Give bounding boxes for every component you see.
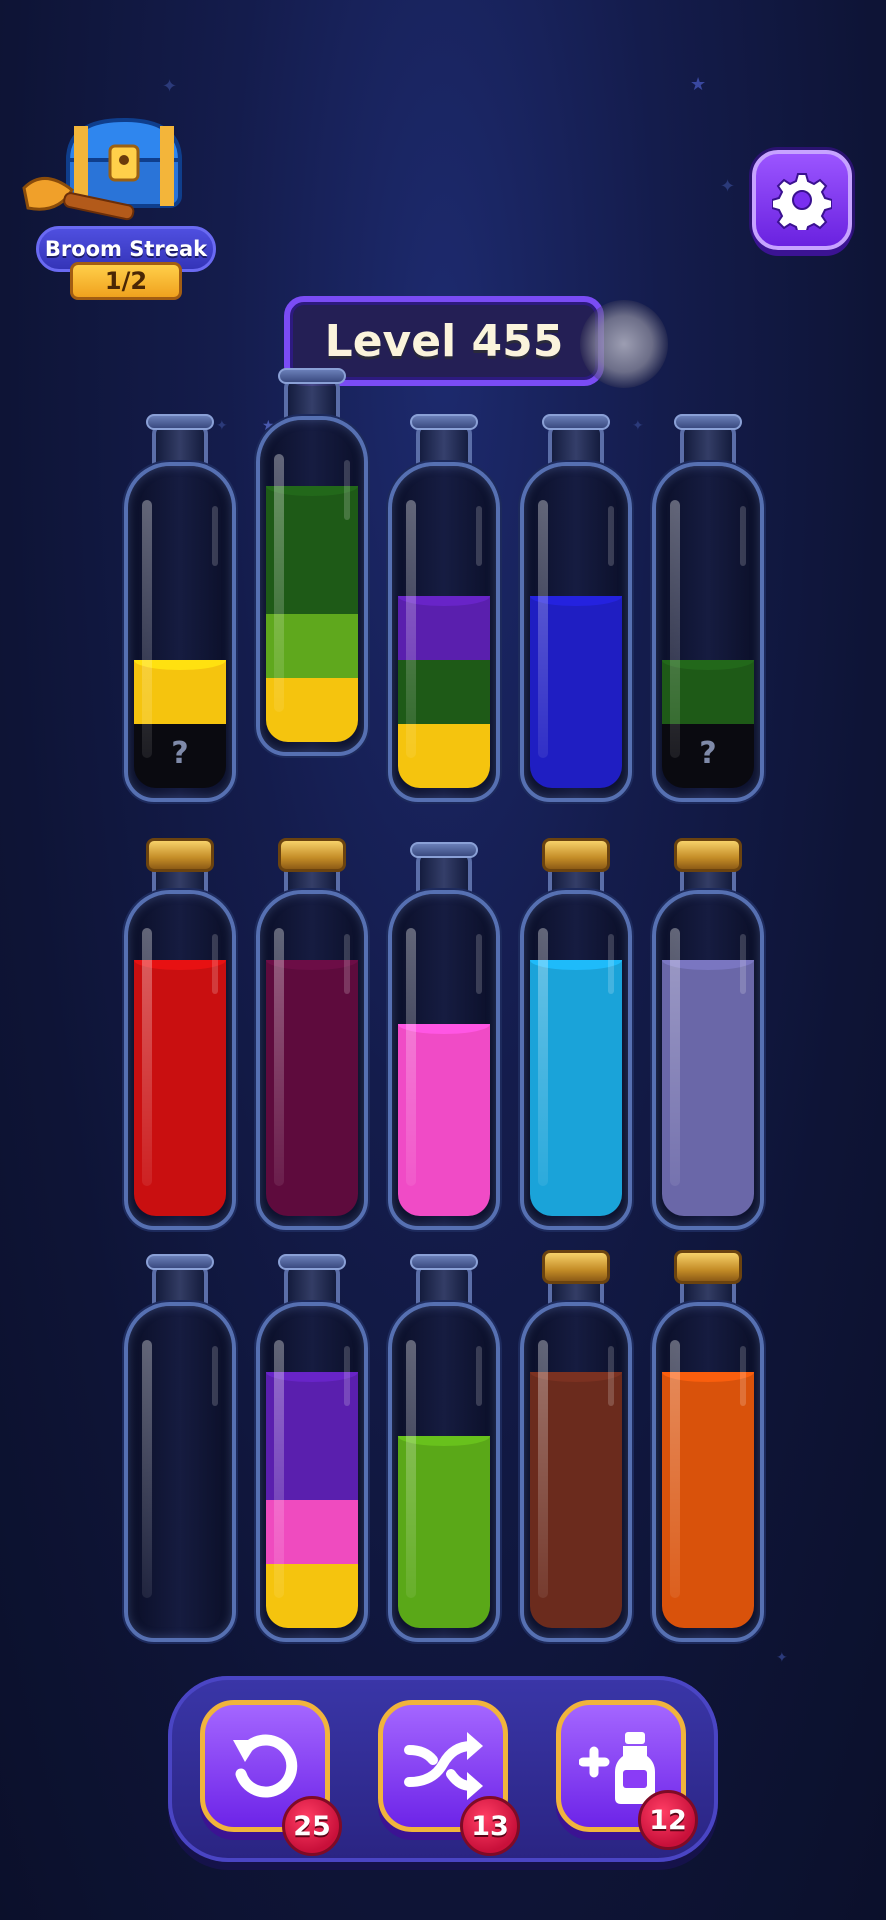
- glass-highlight: [670, 928, 680, 1186]
- glass-highlight: [274, 1340, 284, 1598]
- settings-button[interactable]: [752, 150, 852, 250]
- bottle-lip: [146, 1254, 214, 1270]
- glass-highlight: [740, 934, 746, 994]
- bottle[interactable]: [388, 838, 500, 1238]
- shuffle-count-badge: 13: [460, 1796, 520, 1856]
- bottle[interactable]: ?: [652, 410, 764, 810]
- touch-indicator: [580, 300, 668, 388]
- bottle-body: [256, 1302, 368, 1642]
- undo-count-badge: 25: [282, 1796, 342, 1856]
- undo-icon: [233, 1734, 298, 1798]
- star-icon: ✦: [632, 418, 644, 434]
- bottle-lip: [278, 1254, 346, 1270]
- bottle-body: ?: [652, 462, 764, 802]
- glass-highlight: [670, 500, 680, 758]
- glass-highlight: [740, 1346, 746, 1406]
- bottle-body: [520, 462, 632, 802]
- cork-icon: [278, 838, 346, 872]
- glass-highlight: [406, 500, 416, 758]
- glass-highlight: [608, 506, 614, 566]
- bottle-lip: [410, 414, 478, 430]
- glass-highlight: [670, 1340, 680, 1598]
- bottle[interactable]: [652, 838, 764, 1238]
- bottle[interactable]: [124, 838, 236, 1238]
- cork-icon: [542, 838, 610, 872]
- cork-icon: [674, 1250, 742, 1284]
- glass-highlight: [274, 928, 284, 1186]
- bottle-body: [124, 890, 236, 1230]
- glass-highlight: [142, 500, 152, 758]
- glass-highlight: [406, 1340, 416, 1598]
- shuffle-icon: [404, 1732, 483, 1800]
- star-icon: ✦: [776, 1650, 788, 1666]
- bottle-body: [124, 1302, 236, 1642]
- glass-highlight: [344, 460, 350, 520]
- bottle-lip: [674, 414, 742, 430]
- add-bottle-count-badge: 12: [638, 1790, 698, 1850]
- glass-highlight: [608, 1346, 614, 1406]
- glass-highlight: [538, 928, 548, 1186]
- glass-highlight: [142, 928, 152, 1186]
- bottle-body: [256, 890, 368, 1230]
- bottle-body: ?: [124, 462, 236, 802]
- bottle-lip: [146, 414, 214, 430]
- cork-icon: [542, 1250, 610, 1284]
- glass-highlight: [212, 506, 218, 566]
- glass-highlight: [538, 1340, 548, 1598]
- bottle-body: [256, 416, 368, 756]
- glass-highlight: [344, 1346, 350, 1406]
- bottle[interactable]: [652, 1250, 764, 1650]
- glass-highlight: [274, 454, 284, 712]
- bottle-body: [652, 1302, 764, 1642]
- glass-highlight: [344, 934, 350, 994]
- bottle-lip: [542, 414, 610, 430]
- glass-highlight: [476, 1346, 482, 1406]
- bottle-body: [520, 890, 632, 1230]
- bottle[interactable]: [520, 410, 632, 810]
- cork-icon: [146, 838, 214, 872]
- bottle[interactable]: ?: [124, 410, 236, 810]
- cork-icon: [674, 838, 742, 872]
- bottle-lip: [278, 368, 346, 384]
- glass-highlight: [476, 934, 482, 994]
- bottle[interactable]: [520, 1250, 632, 1650]
- gear-icon: [772, 173, 832, 230]
- glass-highlight: [538, 500, 548, 758]
- bottle[interactable]: [388, 1250, 500, 1650]
- glass-highlight: [212, 934, 218, 994]
- glass-highlight: [740, 506, 746, 566]
- streak-count: 1/2: [70, 262, 182, 300]
- bottle-body: [388, 462, 500, 802]
- bottle-body: [520, 1302, 632, 1642]
- star-icon: ✦: [720, 176, 736, 197]
- glass-highlight: [406, 928, 416, 1186]
- bottle-lip: [410, 1254, 478, 1270]
- bottle[interactable]: [256, 364, 368, 764]
- star-icon: ★: [690, 74, 707, 95]
- glass-highlight: [142, 1340, 152, 1598]
- star-icon: ✦: [162, 76, 178, 97]
- bottle-body: [388, 890, 500, 1230]
- bottle[interactable]: [256, 1250, 368, 1650]
- bottle[interactable]: [256, 838, 368, 1238]
- bottle-lip: [410, 842, 478, 858]
- bottle[interactable]: [520, 838, 632, 1238]
- glass-highlight: [608, 934, 614, 994]
- bottle-body: [388, 1302, 500, 1642]
- bottle[interactable]: [124, 1250, 236, 1650]
- glass-highlight: [212, 1346, 218, 1406]
- bottle[interactable]: [388, 410, 500, 810]
- broom-streak-widget[interactable]: Broom Streak 1/2: [14, 118, 216, 308]
- glass-highlight: [476, 506, 482, 566]
- bottle-body: [652, 890, 764, 1230]
